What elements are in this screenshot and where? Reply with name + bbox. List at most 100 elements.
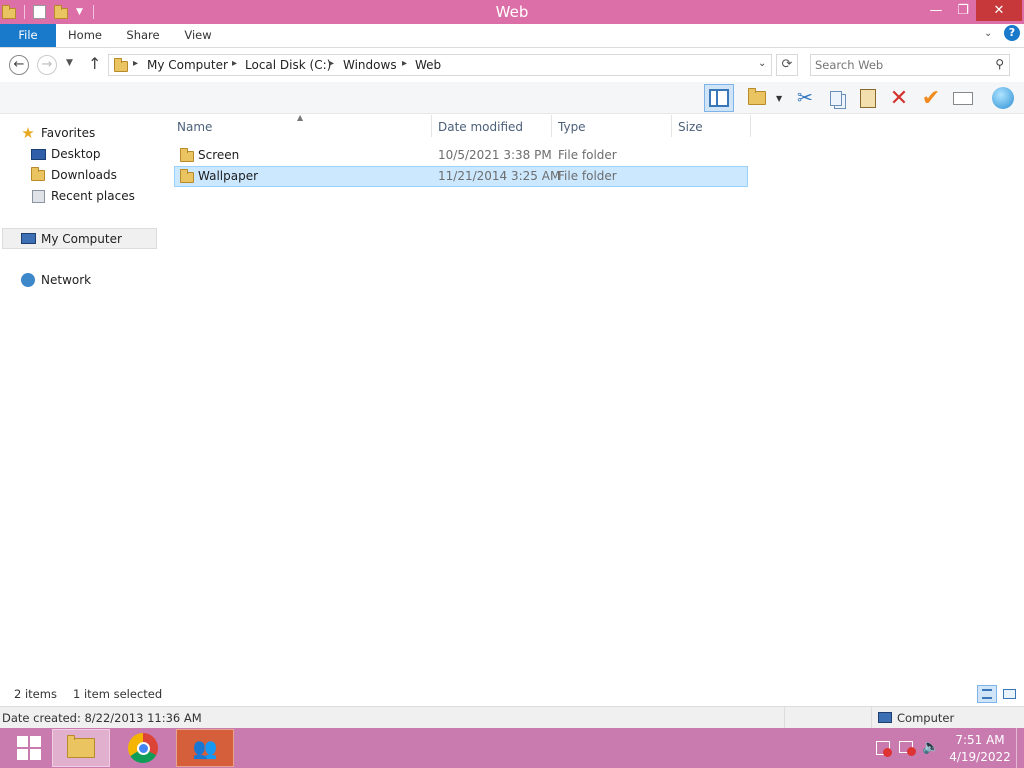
details-view-button[interactable]	[977, 685, 997, 703]
selection-count: 1 item selected	[73, 687, 163, 701]
globe-icon[interactable]	[990, 85, 1016, 111]
tab-share[interactable]: Share	[120, 24, 166, 47]
window-title: Web	[495, 3, 529, 21]
nav-recent-places[interactable]: Recent places	[30, 186, 135, 206]
folder-icon	[180, 169, 194, 183]
start-button[interactable]	[0, 729, 58, 767]
column-header-type[interactable]: Type	[558, 120, 586, 134]
windows-logo-icon	[17, 736, 41, 760]
column-divider[interactable]	[431, 115, 432, 137]
file-type: File folder	[558, 169, 617, 183]
command-toolbar: ▼ ✂ ✕ ✔	[0, 82, 1024, 114]
checkmark-icon[interactable]: ✔	[918, 85, 944, 111]
refresh-button[interactable]: ⟳	[776, 54, 798, 76]
volume-muted-icon[interactable]: 🔈	[922, 739, 939, 755]
delete-icon[interactable]: ✕	[886, 85, 912, 111]
column-header-name[interactable]: Name	[177, 120, 212, 134]
network-icon	[20, 273, 36, 287]
search-input[interactable]	[815, 57, 985, 73]
table-row[interactable]: Wallpaper 11/21/2014 3:25 AM File folder	[174, 166, 748, 187]
forward-button[interactable]: →	[37, 55, 57, 75]
breadcrumb-local-disk[interactable]: Local Disk (C:)	[245, 58, 331, 72]
chevron-right-icon[interactable]: ▸	[133, 58, 138, 69]
tab-view[interactable]: View	[176, 24, 220, 47]
title-bar[interactable]: ▼ Web — ❐ ✕	[0, 0, 1024, 24]
column-divider[interactable]	[551, 115, 552, 137]
nav-favorites[interactable]: ★ Favorites	[20, 123, 95, 143]
file-name: Wallpaper	[198, 169, 259, 183]
large-icons-view-icon	[1003, 689, 1016, 699]
file-explorer-icon	[67, 735, 95, 758]
taskbar-file-explorer[interactable]	[52, 729, 110, 767]
divider	[784, 707, 785, 728]
action-center-flag-icon[interactable]	[876, 741, 892, 757]
address-bar[interactable]: ▸ My Computer ▸ Local Disk (C:) ▸ Window…	[108, 54, 772, 76]
details-bar: Date created: 8/22/2013 11:36 AM Compute…	[0, 706, 1024, 728]
chevron-down-icon[interactable]: ⌄	[758, 58, 766, 69]
column-divider[interactable]	[750, 115, 751, 137]
search-icon[interactable]: ⚲	[995, 57, 1004, 71]
expand-ribbon-icon[interactable]: ⌄	[984, 28, 992, 39]
nav-network[interactable]: Network	[20, 270, 91, 290]
file-date: 11/21/2014 3:25 AM	[438, 169, 561, 183]
nav-my-computer[interactable]: My Computer	[2, 228, 157, 249]
sort-arrow-icon: ▲	[297, 113, 304, 122]
chevron-down-icon[interactable]: ▼	[776, 94, 782, 103]
back-button[interactable]: ←	[9, 55, 29, 75]
maximize-button[interactable]: ❐	[950, 0, 976, 21]
tab-home[interactable]: Home	[62, 24, 108, 47]
nav-recent-places-label: Recent places	[51, 189, 135, 203]
file-date: 10/5/2021 3:38 PM	[438, 148, 552, 162]
paste-icon[interactable]	[855, 85, 881, 111]
location-text: Computer	[897, 711, 955, 725]
tab-file[interactable]: File	[0, 24, 56, 47]
taskbar-app-people[interactable]: 👥	[176, 729, 234, 767]
help-icon[interactable]: ?	[1004, 25, 1020, 41]
file-type: File folder	[558, 148, 617, 162]
chevron-right-icon[interactable]: ▸	[329, 58, 334, 69]
table-row[interactable]: Screen 10/5/2021 3:38 PM File folder	[174, 145, 748, 166]
breadcrumb-windows[interactable]: Windows	[343, 58, 397, 72]
address-row: ← → ▼ ↑ ▸ My Computer ▸ Local Disk (C:) …	[0, 48, 1024, 82]
clock-date[interactable]: 4/19/2022	[945, 750, 1015, 764]
large-icons-view-button[interactable]	[999, 685, 1019, 703]
column-header-size[interactable]: Size	[678, 120, 703, 134]
network-status-icon[interactable]	[899, 741, 916, 756]
minimize-button[interactable]: —	[922, 0, 950, 21]
item-count: 2 items	[14, 687, 57, 701]
breadcrumb-web[interactable]: Web	[415, 58, 441, 72]
folder-icon	[114, 58, 128, 72]
recent-places-icon	[30, 189, 46, 203]
nav-network-label: Network	[41, 273, 92, 287]
chevron-right-icon[interactable]: ▸	[402, 58, 407, 69]
nav-downloads-label: Downloads	[51, 168, 117, 182]
nav-favorites-label: Favorites	[41, 126, 96, 140]
folder-check-icon	[748, 88, 766, 105]
nav-downloads[interactable]: Downloads	[30, 165, 117, 185]
taskbar-chrome[interactable]	[114, 729, 172, 767]
show-desktop-button[interactable]	[1016, 728, 1017, 768]
date-created-text: Date created: 8/22/2013 11:36 AM	[2, 711, 202, 725]
folder-icon	[180, 148, 194, 162]
cut-icon[interactable]: ✂	[792, 85, 818, 111]
rename-icon[interactable]	[950, 85, 976, 111]
clock-time[interactable]: 7:51 AM	[945, 733, 1015, 747]
column-divider[interactable]	[671, 115, 672, 137]
desktop-icon	[30, 147, 46, 161]
recent-locations-icon[interactable]: ▼	[66, 58, 73, 68]
chevron-right-icon[interactable]: ▸	[232, 58, 237, 69]
details-view-icon	[982, 689, 992, 699]
nav-desktop[interactable]: Desktop	[30, 144, 101, 164]
up-button[interactable]: ↑	[88, 54, 101, 73]
copy-icon[interactable]	[823, 85, 849, 111]
nav-desktop-label: Desktop	[51, 147, 101, 161]
computer-icon	[20, 232, 36, 246]
folder-options-button[interactable]	[744, 85, 770, 111]
search-box[interactable]: ⚲	[810, 54, 1010, 76]
computer-icon	[878, 712, 892, 723]
close-button[interactable]: ✕	[976, 0, 1022, 21]
downloads-icon	[30, 166, 46, 182]
column-header-date[interactable]: Date modified	[438, 120, 523, 134]
preview-pane-button[interactable]	[704, 84, 734, 112]
breadcrumb-my-computer[interactable]: My Computer	[147, 58, 228, 72]
